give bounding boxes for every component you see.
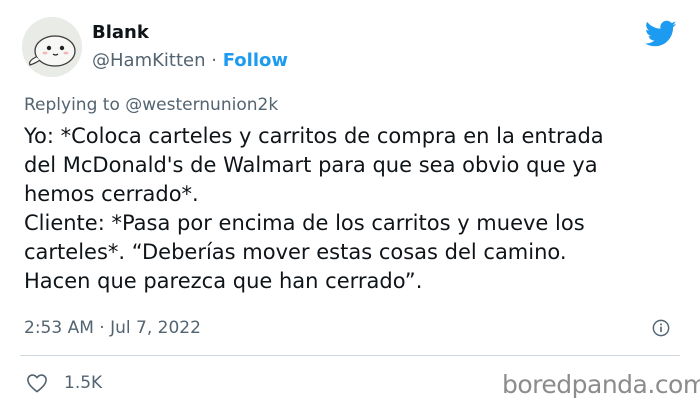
tweet-timestamp[interactable]: 2:53 AM · Jul 7, 2022: [24, 318, 201, 338]
like-count[interactable]: 1.5K: [64, 373, 102, 393]
twitter-bird-icon[interactable]: [645, 20, 677, 48]
info-icon[interactable]: [652, 319, 670, 337]
replying-to-line: Replying to @westernunion2k: [24, 95, 278, 115]
heart-icon[interactable]: [26, 373, 48, 393]
tweet-text: Yo: *Coloca carteles y carritos de compr…: [24, 124, 604, 293]
author-handle-row: @HamKitten · Follow: [92, 50, 288, 71]
boredpanda-watermark: boredpanda.com: [502, 370, 700, 399]
author-handle[interactable]: @HamKitten: [92, 50, 206, 71]
avatar[interactable]: [22, 17, 82, 77]
follow-button[interactable]: Follow: [223, 50, 288, 71]
separator-dot: ·: [211, 50, 217, 71]
replying-prefix: Replying to: [24, 95, 120, 115]
author-name[interactable]: Blank: [92, 22, 149, 43]
divider: [20, 355, 680, 356]
reply-mention-link[interactable]: @westernunion2k: [125, 95, 278, 115]
seal-avatar-icon: [22, 17, 82, 77]
